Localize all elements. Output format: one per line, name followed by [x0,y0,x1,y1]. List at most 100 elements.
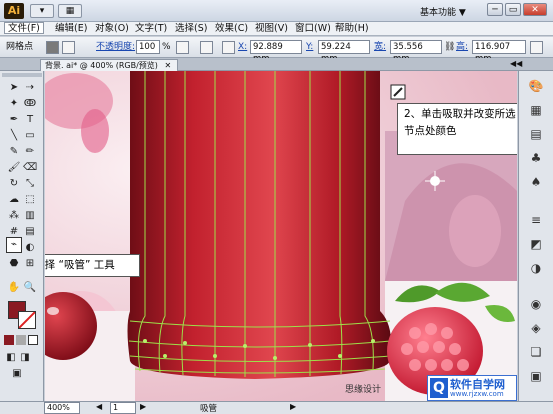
magic-wand-tool-icon[interactable]: ✦ [7,97,21,111]
lasso-tool-icon[interactable]: ↂ [23,97,37,111]
x-label[interactable]: X: [238,41,247,53]
next-page-icon[interactable]: ▶ [140,402,146,411]
graph-tool-icon[interactable]: ▥ [23,209,37,223]
first-page-icon[interactable]: ◀ [96,402,102,411]
document-tab[interactable]: 背景. ai* @ 400% (RGB/预览) ✕ [40,59,179,71]
menu-effect[interactable]: 效果(C) [212,22,251,36]
transparency-icon[interactable]: ◑ [527,259,545,277]
gradient-tool-icon[interactable]: ▤ [23,225,37,239]
graphic-styles-icon[interactable]: ◈ [527,319,545,337]
eyedropper-tool-icon[interactable]: ⌁ [6,237,22,253]
artboard-tool-icon[interactable]: ⊞ [23,257,37,271]
menu-view[interactable]: 视图(V) [252,22,291,36]
y-label[interactable]: Y: [306,41,313,53]
document-tab-strip: 背景. ai* @ 400% (RGB/预览) ✕ ◀◀ [0,58,553,71]
tools-panel-grip[interactable] [2,73,42,77]
rectangle-tool-icon[interactable]: ▭ [23,129,37,143]
symbols-icon[interactable]: ♠ [527,173,545,191]
free-transform-tool-icon[interactable]: ⬚ [23,193,37,207]
direct-selection-tool-icon[interactable]: ⇢ [23,81,37,95]
selection-type-label: 网格点 [6,42,34,52]
line-tool-icon[interactable]: ╲ [7,129,21,143]
artboard-canvas[interactable]: 2、单击吸取并改变所选节点处颜色 1、选择 “吸管” 工具 思缘设计 Q 软件自… [45,71,517,401]
appearance-icon[interactable]: ◉ [527,295,545,313]
height-field[interactable]: 116.907 mm [472,40,526,64]
blob-brush-tool-icon[interactable]: 🖌 [7,161,21,175]
brushes-icon[interactable]: ♣ [527,149,545,167]
y-field[interactable]: 59.224 mm [318,40,370,64]
menu-edit[interactable]: 编辑(E) [52,22,90,36]
transform-panel-icon[interactable] [530,41,543,54]
menu-help[interactable]: 帮助(H) [332,22,372,36]
draw-normal-icon[interactable]: ◧ [4,351,18,365]
app-logo: Ai [4,3,24,19]
menu-bar: 文件(F) 编辑(E) 对象(O) 文字(T) 选择(S) 效果(C) 视图(V… [0,22,553,36]
draw-behind-icon[interactable]: ◨ [18,351,32,365]
page-field[interactable]: 1 [110,402,136,414]
rotate-tool-icon[interactable]: ↻ [7,177,21,191]
layers-icon[interactable]: ❏ [527,343,545,361]
panel-dock: 🎨 ▦ ▤ ♣ ♠ ≡ ◩ ◑ ◉ ◈ ❏ ▣ [518,71,553,401]
arrange-documents-button[interactable]: ▦ [58,4,82,18]
opacity-unit: % [162,42,171,52]
screen-mode-icon[interactable]: ▣ [10,367,24,381]
workspace-switcher[interactable]: 基本功能 ▼ [420,5,466,18]
menu-type[interactable]: 文字(T) [132,22,170,36]
scale-tool-icon[interactable]: ⤡ [23,177,37,191]
gradient-mode-icon[interactable] [16,335,26,345]
pen-tool-icon[interactable]: ✒ [7,113,21,127]
stroke-color-picker[interactable] [62,41,75,54]
workspace-label: 基本功能 [420,8,457,18]
symbol-sprayer-tool-icon[interactable]: ⁂ [7,209,21,223]
color-panel-icon[interactable]: 🎨 [527,77,545,95]
menu-select[interactable]: 选择(S) [172,22,210,36]
stroke-swatch[interactable] [18,311,36,329]
pencil-tool-icon[interactable]: ✏ [23,145,37,159]
status-bar: 400% ◀ 1 ▶ 吸管 ▶ [0,401,553,414]
gradient-panel-icon[interactable]: ◩ [527,235,545,253]
recolor-icon[interactable] [176,41,189,54]
eraser-tool-icon[interactable]: ⌫ [23,161,37,175]
color-mode-icon[interactable] [4,335,14,345]
restore-button[interactable]: ▭ [505,3,521,16]
panel-collapse-icon[interactable]: ◀◀ [510,59,522,68]
watermark-logo: Q 软件自学网 www.rjzxw.com [427,375,517,401]
opacity-link[interactable]: 不透明度: [96,41,135,53]
live-paint-tool-icon[interactable]: ⬣ [7,257,21,271]
menu-file[interactable]: 文件(F) [4,22,44,34]
reference-point-icon[interactable] [200,41,213,54]
menu-window[interactable]: 窗口(W) [292,22,334,36]
stroke-panel-icon[interactable]: ≡ [527,211,545,229]
close-button[interactable]: ✕ [523,3,547,16]
zoom-field[interactable]: 400% [44,402,80,414]
paintbrush-tool-icon[interactable]: ✎ [7,145,21,159]
blend-tool-icon[interactable]: ◐ [23,241,37,255]
fill-color-picker[interactable] [46,41,59,54]
menu-object[interactable]: 对象(O) [92,22,132,36]
align-icon[interactable] [222,41,235,54]
x-field[interactable]: 92.889 mm [250,40,302,64]
watermark-url: www.rjzxw.com [450,390,504,398]
constrain-link-icon[interactable]: ⛓ [444,41,455,53]
warp-tool-icon[interactable]: ☁ [7,193,21,207]
title-bar: Ai ▾ ▦ 基本功能 ▼ ─ ▭ ✕ [0,0,553,22]
chevron-down-icon: ▼ [458,8,466,18]
status-menu-icon[interactable]: ▶ [290,402,296,411]
none-mode-icon[interactable] [28,335,38,345]
tab-close-icon[interactable]: ✕ [164,61,171,70]
hand-tool-icon[interactable]: ✋ [7,281,21,295]
zoom-tool-icon[interactable]: 🔍 [23,281,37,295]
height-label[interactable]: 高: [456,41,468,53]
selection-tool-icon[interactable]: ➤ [7,81,21,95]
type-tool-icon[interactable]: T [23,113,37,127]
color-guide-icon[interactable]: ▦ [527,101,545,119]
minimize-button[interactable]: ─ [487,3,503,16]
swatches-icon[interactable]: ▤ [527,125,545,143]
bridge-button[interactable]: ▾ [30,4,54,18]
artboards-icon[interactable]: ▣ [527,367,545,385]
width-label[interactable]: 宽: [374,41,386,53]
width-field[interactable]: 35.556 mm [390,40,442,64]
callout-step-2: 2、单击吸取并改变所选节点处颜色 [397,103,517,155]
opacity-field[interactable]: 100 [136,40,160,54]
control-bar: 网格点 不透明度: 100 % X: 92.889 mm Y: 59.224 m… [0,37,553,64]
